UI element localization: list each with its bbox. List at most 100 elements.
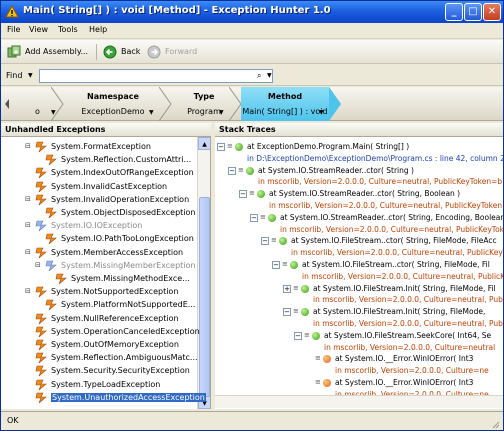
exception-lightning-icon (35, 181, 47, 192)
find-label: Find (6, 71, 23, 80)
exception-item[interactable]: System.Security.SecurityException (1, 365, 197, 378)
stack-frame-row[interactable]: − ≡ at System.IO.StreamReader..ctor( Strin… (215, 165, 503, 177)
menu-file[interactable]: File (7, 25, 20, 34)
breadcrumb-type[interactable]: Type Program ▼ (171, 87, 237, 121)
stack-frame-icon: ≡ (293, 283, 299, 292)
collapse-icon[interactable]: − (250, 213, 258, 222)
stack-frame-row[interactable]: − ≡ at System.IO.FileStream..ctor( String,… (215, 235, 503, 247)
exception-item[interactable]: System.NullReferenceException (1, 313, 197, 326)
find-input[interactable] (39, 69, 273, 83)
stack-frame-row[interactable]: − ≡ at ExceptionDemo.Program.Main( String[… (215, 141, 503, 153)
exception-item[interactable]: ⊟ System.FormatException (1, 141, 197, 154)
exception-item[interactable]: System.UnauthorizedAccessException (1, 392, 206, 405)
maximize-button[interactable]: □ (464, 3, 482, 21)
exception-item[interactable]: System.Reflection.CustomAttri... (1, 154, 197, 167)
stack-location-row: in D:\ExceptionDemo\ExceptionDemo\Progra… (215, 153, 503, 165)
stack-frame-row[interactable]: − ≡ at System.IO.FileStream..ctor( String,… (215, 259, 503, 271)
collapse-icon[interactable]: − (272, 261, 280, 269)
chevron-down-icon[interactable]: ▼ (219, 109, 224, 116)
stack-frame-label: at System.IO.StreamReader..ctor( String … (258, 165, 414, 175)
stack-location-row: in mscorlib, Version=2.0.0.0, Culture=ne… (215, 342, 503, 354)
scroll-thumb[interactable] (199, 197, 210, 397)
stack-frame-row[interactable]: ≡ at System.IO.__Error.WinIOError( Int3 (215, 353, 503, 365)
stack-frame-row[interactable]: − ≡ at System.IO.FileStream.Init( String, … (215, 306, 503, 318)
resize-grip-icon[interactable] (490, 419, 500, 429)
stack-frame-label: at System.IO.FileStream.SeekCore( Int64,… (324, 330, 492, 340)
back-button[interactable]: Back (103, 45, 143, 59)
exception-item[interactable]: System.InvalidCastException (1, 181, 197, 194)
collapse-icon[interactable]: − (261, 237, 269, 246)
collapse-icon[interactable]: ⊟ (25, 287, 31, 295)
exception-item[interactable]: System.MissingMethodExce... (1, 273, 197, 286)
menu-help[interactable]: Help (89, 25, 107, 34)
left-vertical-scrollbar[interactable]: ▲ ▼ (197, 137, 210, 409)
breadcrumb-assembly[interactable]: o ▼ (11, 87, 56, 121)
find-dropdown-icon[interactable]: ▼ (28, 72, 33, 79)
add-assembly-button[interactable]: Add Assembly... (7, 45, 89, 59)
exception-item[interactable]: ⊟ System.InvalidOperationException (1, 194, 197, 207)
search-icon[interactable]: ⌕ (257, 71, 261, 81)
exception-item[interactable]: System.OperationCanceledException (1, 326, 200, 339)
collapse-icon[interactable]: ⊟ (25, 248, 31, 256)
stack-frame-row[interactable]: − ≡ at System.IO.StreamReader..ctor( Strin… (215, 188, 503, 200)
exception-item[interactable]: System.OutOfMemoryException (1, 339, 197, 352)
stack-frame-row[interactable]: − ≡ at System.IO.StreamReader..ctor( Strin… (215, 212, 503, 224)
chevron-down-icon[interactable]: ▼ (149, 109, 154, 116)
exception-item[interactable]: System.ObjectDisposedException (1, 207, 197, 220)
stack-location-row: in mscorlib, Version=2.0.0.0, Culture=ne… (215, 294, 503, 306)
minimize-button[interactable]: _ (445, 3, 463, 21)
exception-item[interactable]: ⊟ System.NotSupportedException (1, 286, 197, 299)
exception-item[interactable]: System.TypeLoadException (1, 379, 197, 392)
collapse-icon[interactable]: ⊟ (25, 195, 31, 203)
method-call-icon (312, 331, 320, 340)
exception-item[interactable]: ⊟ System.IO.IOException (1, 220, 197, 233)
stack-frame-icon: ≡ (315, 378, 321, 386)
breadcrumb-namespace[interactable]: Namespace ExceptionDemo ▼ (63, 87, 163, 121)
stack-frame-icon: ≡ (304, 330, 310, 339)
collapse-icon[interactable]: − (239, 190, 247, 199)
exception-lightning-icon (35, 352, 47, 364)
collapse-icon[interactable]: − (283, 308, 291, 317)
stack-frame-row[interactable]: − ≡ at System.IO.FileStream.SeekCore( Int6… (215, 330, 503, 342)
breadcrumb-method[interactable]: Method Main( String[] ) : void ▼ (241, 87, 329, 121)
collapse-icon[interactable]: ⊟ (35, 261, 41, 269)
exception-item[interactable]: System.PlatformNotSupportedE... (1, 299, 197, 312)
exception-item[interactable]: System.Reflection.AmbiguousMatc... (1, 352, 198, 365)
exception-label: System.OutOfMemoryException (51, 340, 179, 349)
exception-item[interactable]: ⊟ System.MissingMemberException (1, 260, 197, 273)
breadcrumb-scroll-left-icon[interactable] (3, 87, 11, 121)
breadcrumb-method-header: Method (267, 92, 303, 101)
scroll-up-icon[interactable]: ▲ (198, 137, 210, 150)
method-call-icon (290, 261, 298, 269)
exception-item[interactable]: System.IO.PathTooLongException (1, 233, 197, 246)
collapse-icon[interactable]: − (217, 143, 225, 151)
exception-label: System.NotSupportedException (51, 287, 179, 297)
unhandled-exceptions-list: ▲ ▼ ⊟ System.FormatException System.Reflec… (1, 137, 211, 409)
collapse-icon[interactable]: − (294, 331, 302, 340)
collapse-icon[interactable]: ⊟ (25, 221, 31, 229)
forward-button[interactable]: Forward (147, 45, 197, 59)
collapse-icon[interactable]: − (228, 166, 236, 175)
collapse-icon[interactable]: ⊟ (25, 142, 31, 150)
title-bar[interactable]: Main( String[] ) : void [Method] - Excep… (1, 1, 503, 23)
stack-frame-label: at System.IO.StreamReader..ctor( String,… (269, 189, 461, 199)
right-horizontal-scrollbar[interactable] (215, 395, 503, 408)
exception-item[interactable]: System.IndexOutOfRangeException (1, 167, 197, 180)
exception-item[interactable]: ⊟ System.MemberAccessException (1, 247, 197, 260)
stack-frame-icon: ≡ (271, 236, 277, 245)
stack-frame-row[interactable]: + ≡ at System.IO.FileStream.Init( String, … (215, 283, 503, 295)
stack-location-row: in mscorlib, Version=2.0.0.0, Culture=ne… (215, 176, 503, 188)
menu-view[interactable]: View (29, 25, 48, 34)
expand-icon[interactable]: + (283, 284, 291, 293)
stack-frame-icon: ≡ (249, 189, 255, 198)
menu-tools[interactable]: Tools (58, 25, 78, 34)
close-button[interactable]: ✕ (483, 3, 501, 21)
add-assembly-label: Add Assembly... (25, 47, 89, 56)
breadcrumb-active-arrow (329, 87, 341, 121)
stack-frame-icon: ≡ (260, 212, 266, 221)
stack-frame-row[interactable]: ≡ at System.IO.__Error.WinIOError( Int3 (215, 377, 503, 389)
chevron-down-icon[interactable]: ▼ (319, 109, 324, 116)
search-options-dropdown-icon[interactable]: ▼ (267, 72, 272, 79)
stack-location-row: in mscorlib, Version=2.0.0.0, Culture=ne… (215, 271, 503, 283)
exception-label: System.IndexOutOfRangeException (51, 168, 194, 178)
